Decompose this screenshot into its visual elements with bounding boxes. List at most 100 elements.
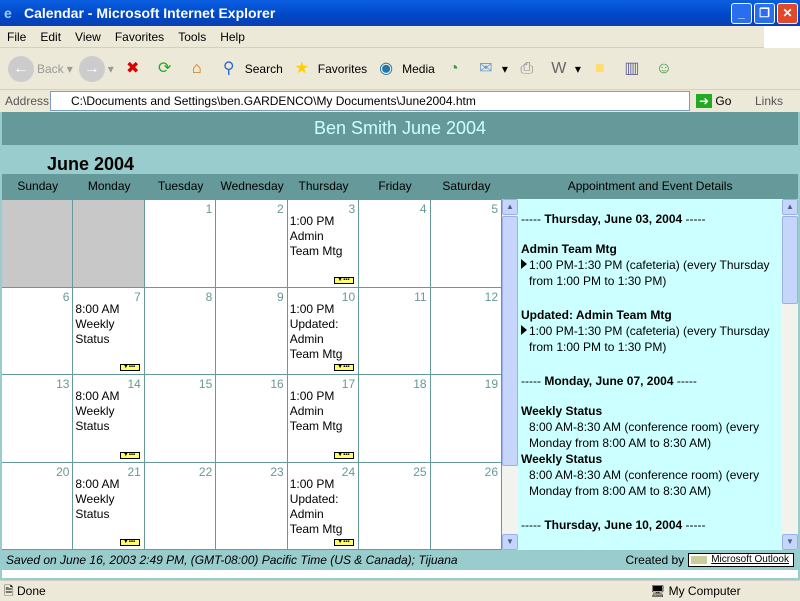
forward-button[interactable]: → ▾ — [78, 55, 114, 82]
go-label: Go — [715, 94, 732, 108]
day-cell[interactable]: 24 1:00 PM Updated: Admin Team Mtg ▼▪▪▪ — [287, 462, 360, 550]
appointment[interactable]: 1:00 PM Admin Team Mtg — [290, 389, 356, 434]
scroll-down-icon[interactable]: ▼ — [502, 534, 518, 550]
expand-arrow-icon[interactable] — [521, 259, 527, 269]
appointment[interactable]: 1:00 PM Updated: Admin Team Mtg — [290, 477, 356, 537]
links-button[interactable]: Links — [755, 94, 783, 108]
left-scrollbar[interactable]: ▲ ▼ — [502, 199, 518, 550]
mail-button[interactable]: ✉ ▾ — [473, 56, 508, 82]
expand-arrow-icon[interactable] — [521, 325, 527, 335]
day-cell[interactable]: 6 — [2, 287, 74, 375]
scroll-up-icon[interactable]: ▲ — [782, 199, 798, 215]
discuss-button[interactable]: ■ — [587, 56, 613, 82]
research-button[interactable]: ▥ — [619, 56, 645, 82]
edit-button[interactable]: W ▾ — [546, 56, 581, 82]
menu-view[interactable]: View — [68, 26, 108, 48]
day-cell[interactable]: 13 — [2, 375, 74, 463]
weekday-friday: Friday — [378, 179, 412, 193]
day-cell[interactable]: 9 — [216, 287, 288, 375]
menu-tools[interactable]: Tools — [171, 26, 213, 48]
media-button[interactable]: ◉ Media — [373, 56, 435, 82]
zone-info: 🖥 My Computer — [650, 581, 741, 601]
day-number: 20 — [56, 464, 70, 479]
history-icon: ◔ — [448, 59, 459, 77]
menu-favorites[interactable]: Favorites — [108, 26, 171, 48]
day-cell[interactable]: 12 — [430, 287, 502, 375]
day-cell[interactable]: 1 — [144, 200, 217, 288]
day-cell[interactable]: 2 — [216, 200, 288, 288]
day-number: 17 — [341, 377, 356, 391]
day-cell[interactable]: 18 — [359, 375, 431, 463]
favorites-button[interactable]: ★ Favorites — [289, 56, 368, 82]
right-scrollbar[interactable]: ▲ ▼ — [782, 199, 798, 550]
day-cell[interactable]: 10 1:00 PM Updated: Admin Team Mtg ▼▪▪▪ — [287, 287, 360, 375]
scroll-up-icon[interactable]: ▲ — [502, 199, 518, 215]
saved-info: Saved on June 16, 2003 2:49 PM, (GMT-08:… — [6, 553, 458, 567]
day-cell[interactable]: 20 — [2, 462, 74, 550]
day-cell[interactable]: 25 — [359, 462, 431, 550]
day-number: 6 — [62, 289, 70, 304]
more-appointments-icon[interactable]: ▼▪▪▪ — [334, 276, 355, 284]
outlook-link[interactable]: Microsoft Outlook — [688, 553, 794, 567]
day-cell[interactable]: 7 8:00 AM Weekly Status ▼▪▪▪ — [73, 287, 145, 375]
more-appointments-icon[interactable]: ▼▪▪▪ — [334, 539, 355, 546]
refresh-button[interactable]: ⟳ — [152, 56, 178, 82]
restore-button[interactable]: ❐ — [754, 3, 775, 24]
day-cell[interactable]: 3 1:00 PM Admin Team Mtg ▼▪▪▪ — [287, 200, 360, 288]
day-number: 12 — [484, 289, 498, 304]
appointment[interactable]: 8:00 AM Weekly Status — [75, 302, 141, 347]
go-arrow-icon: ➜ — [696, 94, 713, 108]
day-cell[interactable]: 8 — [144, 287, 217, 375]
day-cell[interactable]: 15 — [144, 375, 217, 463]
appointment[interactable]: 1:00 PM Updated: Admin Team Mtg — [290, 302, 356, 362]
history-button[interactable]: ◔ — [441, 56, 467, 82]
day-cell[interactable]: 14 8:00 AM Weekly Status ▼▪▪▪ — [73, 375, 145, 463]
home-button[interactable]: ⌂ — [184, 56, 210, 82]
day-cell[interactable]: 19 — [430, 375, 502, 463]
menu-file[interactable]: File — [0, 26, 33, 48]
go-button[interactable]: ➜ Go — [696, 94, 731, 108]
more-appointments-icon[interactable]: ▼▪▪▪ — [119, 451, 140, 459]
address-input[interactable]: C:\Documents and Settings\ben.GARDENCO\M… — [50, 91, 690, 111]
day-cell[interactable]: 4 — [359, 200, 431, 288]
event-title: Weekly Status — [521, 404, 603, 418]
day-cell[interactable]: 21 8:00 AM Weekly Status ▼▪▪▪ — [73, 462, 145, 550]
day-cell[interactable]: 11 — [359, 287, 431, 375]
more-appointments-icon[interactable]: ▼▪▪▪ — [119, 364, 140, 371]
calendar-owner-title: Ben Smith June 2004 — [2, 112, 798, 145]
stop-button[interactable]: ✖ — [120, 56, 146, 82]
scroll-thumb[interactable] — [502, 216, 518, 466]
day-number: 7 — [134, 289, 141, 304]
menu-help[interactable]: Help — [213, 26, 252, 48]
more-appointments-icon[interactable]: ▼▪▪▪ — [119, 539, 140, 546]
forward-arrow-icon: → — [78, 55, 105, 82]
appointment[interactable]: 1:00 PM Admin Team Mtg — [290, 214, 356, 259]
appointment[interactable]: 8:00 AM Weekly Status — [75, 389, 141, 434]
day-cell[interactable]: 23 — [216, 462, 288, 550]
print-button[interactable]: ⎙ — [514, 56, 540, 82]
back-arrow-icon: ← — [8, 55, 34, 82]
day-cell[interactable]: 17 1:00 PM Admin Team Mtg ▼▪▪▪ — [287, 375, 360, 463]
minimize-button[interactable]: _ — [731, 3, 752, 24]
close-button[interactable]: ✕ — [777, 3, 798, 24]
media-icon: ◉ — [379, 59, 394, 77]
day-number: 8 — [205, 289, 213, 304]
day-cell[interactable]: 5 — [430, 200, 502, 288]
search-button[interactable]: ⚲ Search — [216, 56, 283, 82]
day-cell[interactable]: 16 — [216, 375, 288, 463]
scroll-down-icon[interactable]: ▼ — [782, 534, 798, 550]
menu-edit[interactable]: Edit — [33, 26, 68, 48]
day-cell[interactable]: 26 — [430, 462, 502, 550]
day-cell[interactable]: 22 — [144, 462, 217, 550]
more-appointments-icon[interactable]: ▼▪▪▪ — [334, 364, 355, 371]
back-button[interactable]: ← Back ▾ — [8, 55, 73, 82]
day-number: 3 — [348, 202, 356, 216]
back-label: Back — [37, 61, 64, 76]
more-appointments-icon[interactable]: ▼▪▪▪ — [334, 451, 355, 459]
weekday-tuesday: Tuesday — [157, 179, 204, 193]
scroll-thumb[interactable] — [782, 216, 798, 304]
messenger-button[interactable]: ☺ — [651, 56, 677, 82]
event-title: Weekly Status — [521, 452, 603, 466]
appointment[interactable]: 8:00 AM Weekly Status — [75, 477, 141, 522]
